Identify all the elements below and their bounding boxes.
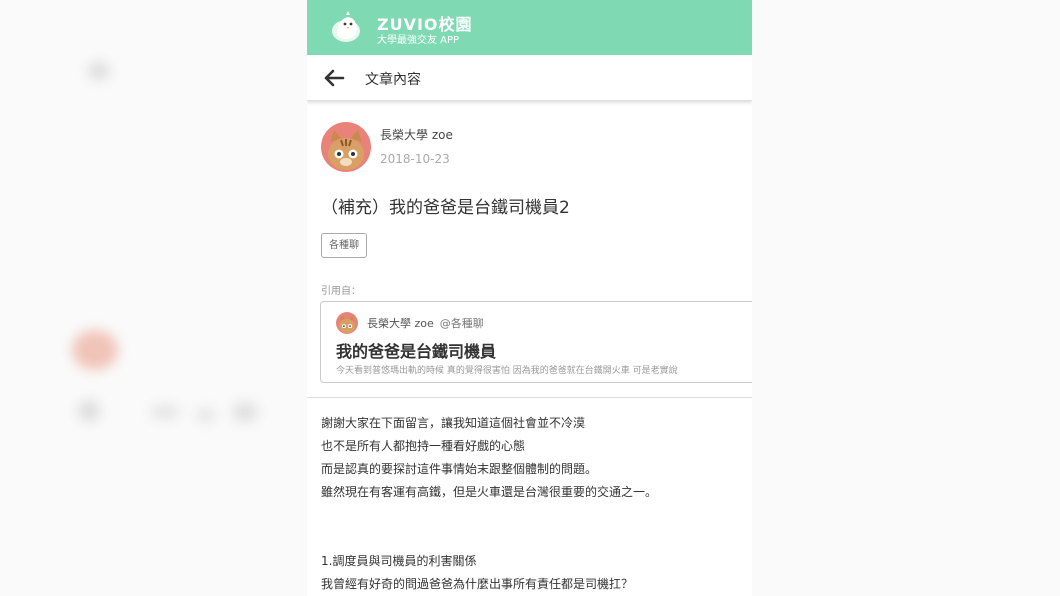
divider — [307, 397, 752, 398]
quote-board: @各種聊 — [439, 317, 484, 330]
body-line: 我曾經有好奇的問過爸爸為什麼出事所有責任都是司機扛？ — [321, 577, 634, 591]
category-tag[interactable]: 各種聊 — [321, 233, 367, 258]
body-line: 雖然現在有客運有高鐵，但是火車還是台灣很重要的交通之一。 — [321, 485, 658, 499]
quote-label: 引用自： — [321, 286, 361, 297]
section-heading: 1.調度員與司機員的利害關係 — [321, 554, 477, 568]
body-line: 也不是所有人都抱持一種看好戲的心態 — [321, 439, 526, 453]
post-title: （補充）我的爸爸是台鐵司機員2 — [321, 198, 570, 218]
quoted-post-card[interactable]: 長榮大學 zoe @各種聊 我的爸爸是台鐵司機員 今天看到普悠瑪出軌的時候 真的覺… — [320, 301, 752, 383]
quote-avatar — [336, 312, 358, 334]
body-line: 謝謝大家在下面留言，讓我知道這個社會並不冷漠 — [321, 416, 586, 430]
blurred-background-left — [0, 0, 307, 596]
brand-tagline: 大學最強交友 APP — [377, 35, 460, 46]
page-title: 文章內容 — [365, 72, 421, 88]
nav-bar: 文章內容 — [307, 55, 752, 101]
author-name[interactable]: 長榮大學 zoe — [380, 126, 453, 143]
quote-excerpt: 今天看到普悠瑪出軌的時候 真的覺得很害怕 因為我的爸爸就在台鐵開火車 可是老實說 — [336, 366, 678, 376]
post-date: 2018-10-23 — [380, 152, 450, 166]
avatar[interactable] — [321, 122, 371, 172]
quote-author: 長榮大學 zoe — [367, 317, 434, 330]
arrow-left-icon[interactable] — [321, 65, 347, 91]
app-header: ZUVIO校園 大學最強交友 APP — [307, 0, 752, 55]
cat-avatar-icon — [328, 130, 364, 170]
blurred-background-right — [752, 0, 1060, 596]
app-screen: ZUVIO校園 大學最強交友 APP 文章內容 長榮大學 zoe 2018-10… — [307, 0, 752, 596]
cat-avatar-icon — [339, 315, 355, 334]
bird-logo-icon — [332, 11, 360, 42]
quote-title: 我的爸爸是台鐵司機員 — [336, 342, 497, 361]
body-line: 而是認真的要探討這件事情始末跟整個體制的問題。 — [321, 462, 598, 476]
quote-author-line: 長榮大學 zoe @各種聊 — [367, 315, 484, 331]
